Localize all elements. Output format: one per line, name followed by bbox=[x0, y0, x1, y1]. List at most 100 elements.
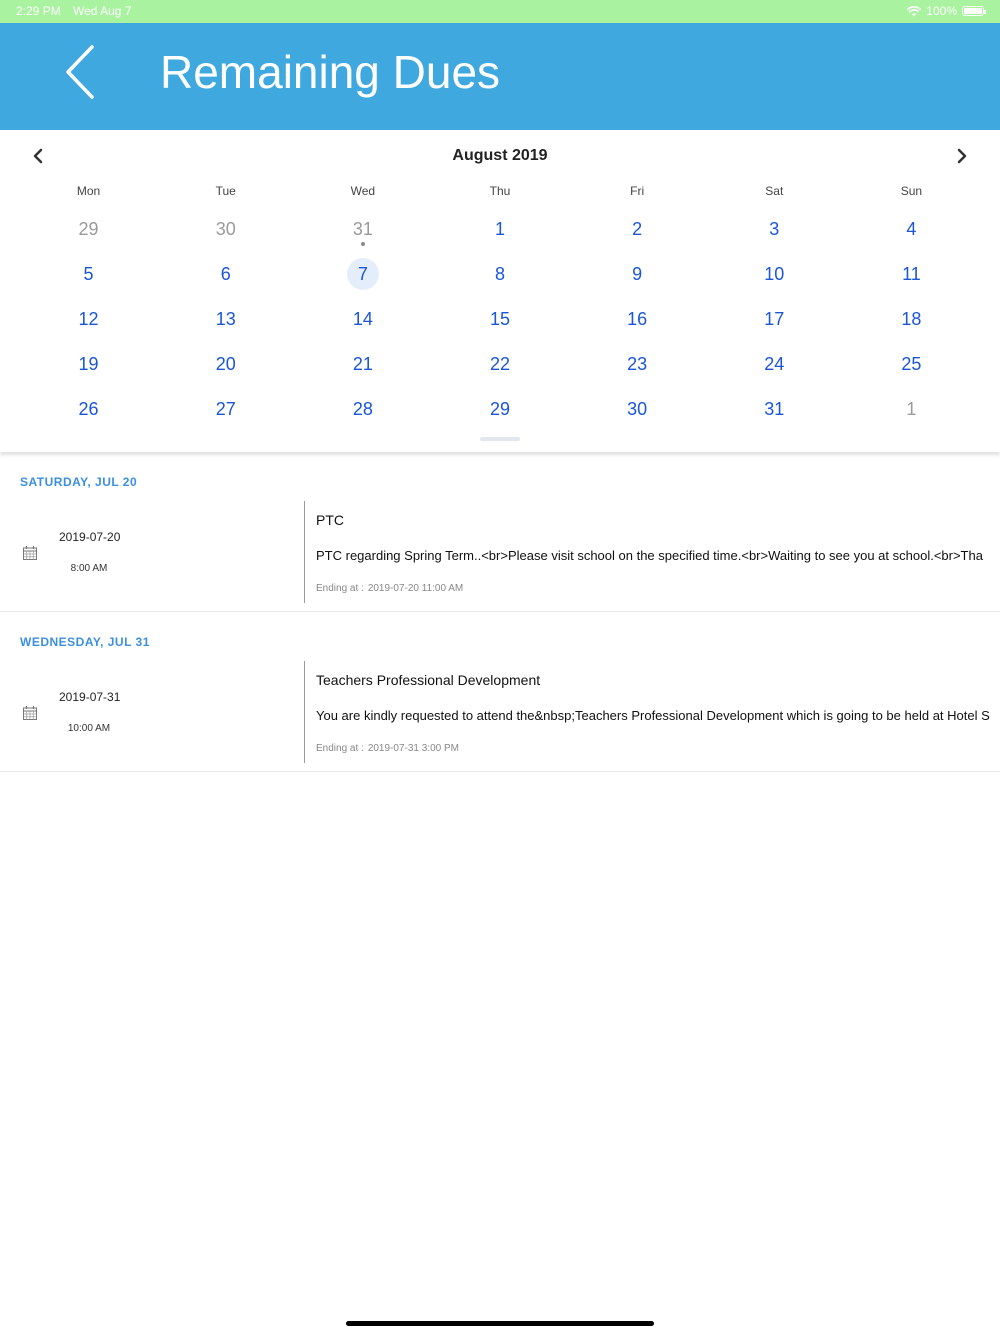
calendar-day[interactable]: 1 bbox=[843, 386, 980, 431]
calendar-day-number: 8 bbox=[494, 263, 505, 284]
calendar-day[interactable]: 15 bbox=[431, 296, 568, 341]
calendar-day-number: 2 bbox=[632, 218, 643, 239]
calendar-day-number: 22 bbox=[489, 353, 510, 374]
calendar-day[interactable]: 30 bbox=[157, 206, 294, 251]
calendar-day[interactable]: 30 bbox=[569, 386, 706, 431]
calendar-day[interactable]: 27 bbox=[157, 386, 294, 431]
weekday-label: Fri bbox=[630, 184, 645, 198]
calendar-drag-handle[interactable] bbox=[480, 437, 520, 441]
calendar-grid: 29 30 31 1 2 3 4 5 6 7 8 9 10 11 12 13 14 15 16 17 18 19 20 21 2… bbox=[20, 206, 980, 431]
page-title: Remaining Dues bbox=[160, 46, 501, 98]
calendar-day[interactable]: 19 bbox=[20, 341, 157, 386]
calendar-day-number: 29 bbox=[489, 398, 510, 419]
calendar-day-selected[interactable]: 7 bbox=[294, 251, 431, 296]
section-header: WEDNESDAY, JUL 31 bbox=[20, 635, 150, 649]
calendar-day-number: 15 bbox=[489, 308, 510, 329]
calendar-day[interactable]: 28 bbox=[294, 386, 431, 431]
status-date: Wed Aug 7 bbox=[73, 4, 132, 18]
calendar-week: 5 6 7 8 9 10 11 bbox=[20, 251, 980, 296]
calendar-day-number: 18 bbox=[901, 308, 922, 329]
calendar-day-number: 14 bbox=[352, 308, 373, 329]
calendar-day-number: 12 bbox=[78, 308, 99, 329]
calendar-day[interactable]: 17 bbox=[706, 296, 843, 341]
calendar-day[interactable]: 29 bbox=[431, 386, 568, 431]
calendar-day[interactable]: 31 bbox=[706, 386, 843, 431]
weekday-label: Wed bbox=[350, 184, 376, 198]
calendar-day[interactable]: 11 bbox=[843, 251, 980, 296]
back-button[interactable] bbox=[60, 43, 104, 103]
calendar-day-number: 11 bbox=[902, 263, 921, 284]
calendar-day[interactable]: 8 bbox=[431, 251, 568, 296]
calendar-week: 12 13 14 15 16 17 18 bbox=[20, 296, 980, 341]
calendar-day-number: 28 bbox=[352, 398, 373, 419]
calendar-day[interactable]: 29 bbox=[20, 206, 157, 251]
next-month-button[interactable] bbox=[950, 144, 974, 168]
calendar-day-number: 25 bbox=[901, 353, 922, 374]
calendar-day[interactable]: 13 bbox=[157, 296, 294, 341]
weekday-label: Thu bbox=[489, 184, 511, 198]
calendar-day[interactable]: 18 bbox=[843, 296, 980, 341]
calendar-day[interactable]: 21 bbox=[294, 341, 431, 386]
calendar-day-number: 24 bbox=[764, 353, 785, 374]
section-header: SATURDAY, JUL 20 bbox=[20, 475, 138, 489]
calendar-day-number: 23 bbox=[627, 353, 648, 374]
weekday-label: Sun bbox=[900, 184, 923, 198]
home-indicator bbox=[346, 1321, 654, 1326]
calendar-day-number: 13 bbox=[215, 308, 236, 329]
calendar-day[interactable]: 1 bbox=[431, 206, 568, 251]
calendar-day[interactable]: 3 bbox=[706, 206, 843, 251]
calendar-day[interactable]: 16 bbox=[569, 296, 706, 341]
calendar-day[interactable]: 31 bbox=[294, 206, 431, 251]
event-item[interactable]: 2019-07-31 10:00 AM Teachers Professiona… bbox=[0, 661, 1000, 772]
calendar-day[interactable]: 10 bbox=[706, 251, 843, 296]
calendar-week: 29 30 31 1 2 3 4 bbox=[20, 206, 980, 251]
weekday-label: Mon bbox=[76, 184, 101, 198]
calendar-day[interactable]: 5 bbox=[20, 251, 157, 296]
ending-value: 2019-07-31 3:00 PM bbox=[367, 743, 459, 754]
status-bar: 2:29 PM Wed Aug 7 100% bbox=[0, 0, 1000, 23]
calendar-day-number: 9 bbox=[632, 263, 643, 284]
calendar: August 2019 Mon Tue Wed Thu Fri Sat Sun … bbox=[0, 130, 1000, 452]
divider bbox=[304, 501, 305, 603]
status-time: 2:29 PM bbox=[16, 4, 61, 18]
calendar-day[interactable]: 9 bbox=[569, 251, 706, 296]
chevron-left-icon bbox=[66, 45, 94, 99]
calendar-week: 19 20 21 22 23 24 25 bbox=[20, 341, 980, 386]
calendar-day-number: 20 bbox=[215, 353, 236, 374]
calendar-day[interactable]: 26 bbox=[20, 386, 157, 431]
calendar-day-number: 26 bbox=[78, 398, 99, 419]
calendar-day[interactable]: 20 bbox=[157, 341, 294, 386]
calendar-icon bbox=[23, 546, 37, 560]
calendar-day[interactable]: 2 bbox=[569, 206, 706, 251]
calendar-day[interactable]: 4 bbox=[843, 206, 980, 251]
calendar-day-number: 30 bbox=[627, 398, 648, 419]
calendar-day-number: 4 bbox=[906, 218, 917, 239]
calendar-day-number: 19 bbox=[78, 353, 99, 374]
calendar-day-number: 1 bbox=[494, 218, 505, 239]
calendar-day-number: 17 bbox=[764, 308, 785, 329]
battery-icon bbox=[962, 6, 986, 16]
chevron-right-icon bbox=[957, 148, 967, 164]
weekday-label: Tue bbox=[215, 184, 236, 198]
event-title: Teachers Professional Development bbox=[316, 672, 541, 688]
calendar-day[interactable]: 22 bbox=[431, 341, 568, 386]
calendar-day[interactable]: 12 bbox=[20, 296, 157, 341]
calendar-day-number: 30 bbox=[215, 218, 236, 239]
event-time: 10:00 AM bbox=[67, 723, 111, 734]
event-dot bbox=[360, 242, 365, 246]
ending-value: 2019-07-20 11:00 AM bbox=[367, 583, 464, 594]
calendar-day-number: 6 bbox=[220, 263, 231, 284]
app-header: Remaining Dues bbox=[0, 23, 1000, 130]
calendar-day[interactable]: 24 bbox=[706, 341, 843, 386]
calendar-day[interactable]: 6 bbox=[157, 251, 294, 296]
battery-percent: 100% bbox=[926, 4, 957, 18]
calendar-day[interactable]: 14 bbox=[294, 296, 431, 341]
calendar-day-number: 10 bbox=[764, 263, 785, 284]
event-ending: Ending at :2019-07-20 11:00 AM bbox=[316, 583, 463, 594]
event-title: PTC bbox=[316, 512, 344, 528]
calendar-day[interactable]: 25 bbox=[843, 341, 980, 386]
calendar-day-number: 21 bbox=[352, 353, 373, 374]
event-item[interactable]: 2019-07-20 8:00 AM PTC PTC regarding Spr… bbox=[0, 501, 1000, 612]
calendar-day-number: 16 bbox=[627, 308, 648, 329]
calendar-day[interactable]: 23 bbox=[569, 341, 706, 386]
